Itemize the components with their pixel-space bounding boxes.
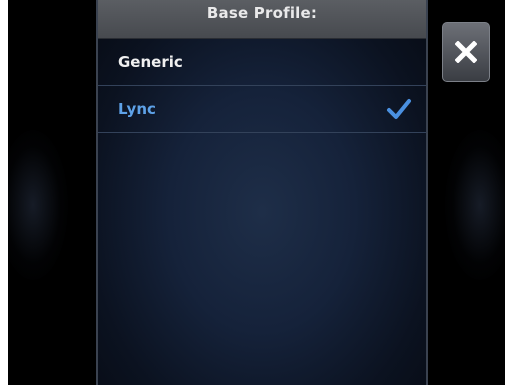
dialog-title: Base Profile: [206, 4, 318, 22]
right-background-glow [445, 130, 505, 280]
option-lync[interactable]: Lync [98, 86, 426, 133]
base-profile-dialog: Base Profile: Generic Lync [96, 0, 428, 385]
left-background-glow [8, 130, 68, 280]
close-icon [455, 41, 477, 63]
option-label: Generic [118, 53, 183, 71]
dialog-header: Base Profile: [98, 0, 426, 39]
close-button[interactable] [442, 22, 490, 82]
checkmark-icon [386, 98, 412, 120]
phone-screen: Base Profile: Generic Lync [8, 0, 505, 385]
option-label: Lync [118, 100, 156, 118]
option-generic[interactable]: Generic [98, 39, 426, 86]
